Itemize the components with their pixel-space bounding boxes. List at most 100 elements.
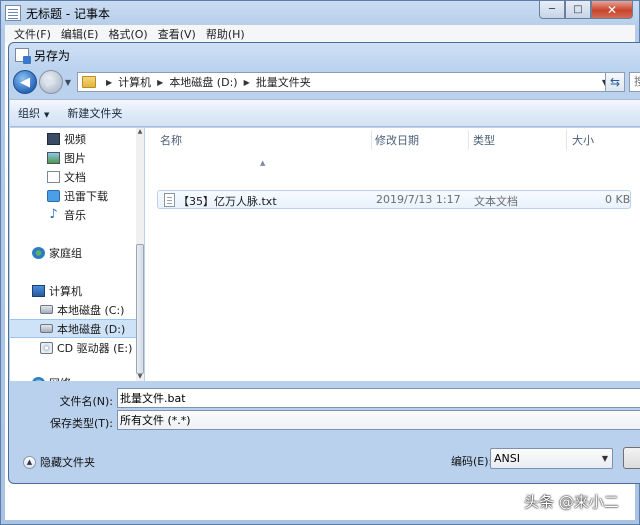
menu-format[interactable]: 格式(O) [103, 26, 152, 42]
filename-label: 文件名(N): [59, 395, 113, 408]
nav-item-label: 计算机 [49, 284, 82, 298]
chevron-down-icon: ▼ [601, 454, 608, 463]
nav-item-computer[interactable]: 计算机 [10, 281, 144, 300]
breadcrumb-computer[interactable]: 计算机 [118, 74, 151, 90]
maximize-button[interactable]: □ [565, 1, 591, 19]
chevron-right-icon[interactable]: ▶ [157, 78, 163, 87]
nav-item-label: 本地磁盘 (C:) [57, 303, 125, 317]
nav-item-label: 视频 [64, 132, 86, 146]
music-icon: ♪ [49, 206, 58, 222]
menu-file[interactable]: 文件(F) [9, 26, 56, 42]
column-header-name[interactable]: 名称 [160, 128, 182, 152]
command-bar: 组织 ▼ 新建文件夹 [10, 99, 640, 127]
nav-item-label: 音乐 [64, 208, 86, 222]
save-as-dialog: 另存为 ◀ ▶ ▼ ▶ 计算机 ▶ 本地磁盘 (D:) ▶ 批量文件夹 ▼ ⇆ … [8, 42, 640, 484]
column-header-size[interactable]: 大小 [572, 128, 594, 152]
nav-item-cd-drive[interactable]: CD 驱动器 (E:) I [10, 338, 144, 357]
column-divider[interactable] [468, 130, 469, 150]
new-folder-button[interactable]: 新建文件夹 [67, 105, 122, 121]
minimize-button[interactable]: ─ [539, 1, 565, 19]
nav-pane-scrollbar[interactable]: ▲ ▼ [136, 128, 144, 381]
drive-icon [40, 305, 53, 314]
save-button[interactable] [623, 447, 640, 469]
window-controls: ─ □ ✕ [539, 1, 633, 19]
nav-item-label: 网络 [49, 375, 71, 382]
nav-item-network[interactable]: 网络 [10, 373, 144, 381]
menu-help[interactable]: 帮助(H) [201, 26, 250, 42]
hide-folders-label: 隐藏文件夹 [40, 456, 95, 469]
organize-label: 组织 [18, 107, 40, 120]
notepad-menubar: 文件(F) 编辑(E) 格式(O) 查看(V) 帮助(H) [5, 25, 635, 43]
chevron-down-icon: ▼ [44, 111, 50, 119]
sort-ascending-icon: ▲ [260, 159, 266, 167]
column-type-label: 类型 [473, 134, 495, 147]
filetype-label: 保存类型(T): [49, 417, 113, 430]
notepad-title: 无标题 - 记事本 [26, 6, 110, 21]
nav-item-label: 迅雷下载 [64, 189, 108, 203]
filename-input[interactable]: 批量文件.bat [117, 388, 640, 408]
text-file-icon [164, 193, 175, 207]
chevron-right-icon[interactable]: ▶ [106, 78, 112, 87]
nav-item-label: 图片 [64, 151, 86, 165]
column-header-modified[interactable]: 修改日期 [375, 128, 419, 152]
encoding-value: ANSI [494, 452, 520, 465]
address-bar[interactable]: ▶ 计算机 ▶ 本地磁盘 (D:) ▶ 批量文件夹 ▼ [77, 72, 613, 92]
table-row[interactable]: 【35】亿万人脉.txt 2019/7/13 1:17 文本文档 0 KB [157, 190, 631, 209]
nav-item-documents[interactable]: 文档 [10, 167, 144, 186]
encoding-select[interactable]: ANSI ▼ [490, 448, 613, 469]
column-name-label: 名称 [160, 134, 182, 147]
breadcrumb-batch-folder[interactable]: 批量文件夹 [256, 74, 311, 90]
picture-icon [47, 151, 60, 164]
watermark: 头条 @来小二 [524, 493, 619, 511]
drive-icon [40, 324, 53, 333]
nav-item-drive-c[interactable]: 本地磁盘 (C:) [10, 300, 144, 319]
cd-drive-icon [40, 341, 53, 354]
nav-item-homegroup[interactable]: 家庭组 [10, 243, 144, 262]
column-header-type[interactable]: 类型 [473, 128, 495, 152]
file-modified: 2019/7/13 1:17 [376, 193, 461, 206]
nav-item-label: CD 驱动器 (E:) I [57, 341, 140, 355]
search-input[interactable]: 搜 [629, 72, 640, 92]
notepad-titlebar: 无标题 - 记事本 [5, 1, 110, 25]
save-as-icon [15, 48, 31, 64]
filetype-select[interactable]: 所有文件 (*.*) [117, 410, 640, 430]
nav-item-label: 文档 [64, 170, 86, 184]
nav-item-label: 家庭组 [49, 246, 82, 260]
video-icon [47, 132, 60, 145]
chevron-right-icon[interactable]: ▶ [244, 78, 250, 87]
download-icon [47, 189, 60, 202]
close-button[interactable]: ✕ [591, 1, 633, 19]
file-list: 名称 ▲ 修改日期 类型 大小 【35】亿万人脉.txt 2019/7/13 1… [145, 128, 640, 381]
scroll-up-icon[interactable]: ▲ [136, 128, 144, 136]
homegroup-icon [32, 246, 45, 259]
nav-item-music[interactable]: ♪ 音乐 [10, 205, 144, 224]
document-icon [47, 170, 60, 183]
nav-item-xunlei-downloads[interactable]: 迅雷下载 [10, 186, 144, 205]
recent-locations-dropdown[interactable]: ▼ [63, 78, 73, 87]
scroll-down-icon[interactable]: ▼ [136, 373, 144, 381]
nav-item-pictures[interactable]: 图片 [10, 148, 144, 167]
file-name: 【35】亿万人脉.txt [178, 195, 277, 208]
nav-item-videos[interactable]: 视频 [10, 129, 144, 148]
chevron-up-icon: ▲ [23, 455, 36, 469]
address-row: ◀ ▶ ▼ ▶ 计算机 ▶ 本地磁盘 (D:) ▶ 批量文件夹 ▼ ⇆ 搜 [13, 67, 640, 97]
notepad-icon [5, 5, 21, 21]
file-type: 文本文档 [474, 195, 518, 208]
column-divider[interactable] [371, 130, 372, 150]
organize-button[interactable]: 组织 ▼ [18, 105, 49, 121]
dialog-title: 另存为 [34, 48, 71, 63]
nav-item-label: 本地磁盘 (D:) [57, 322, 126, 336]
menu-view[interactable]: 查看(V) [153, 26, 201, 42]
hide-folders-button[interactable]: ▲ 隐藏文件夹 [23, 454, 95, 470]
forward-button[interactable]: ▶ [39, 70, 63, 94]
navigation-pane: 视频 图片 文档 迅雷下载 ♪ 音乐 家庭组 计算机 本地磁盘 (C:) 本地磁… [10, 128, 144, 381]
nav-item-drive-d[interactable]: 本地磁盘 (D:) [10, 319, 144, 338]
scrollbar-thumb[interactable] [136, 244, 144, 374]
refresh-button[interactable]: ⇆ [605, 72, 625, 92]
folder-icon [82, 76, 96, 88]
breadcrumb-drive-d[interactable]: 本地磁盘 (D:) [169, 74, 237, 90]
menu-edit[interactable]: 编辑(E) [56, 26, 104, 42]
column-divider[interactable] [566, 130, 567, 150]
back-button[interactable]: ◀ [13, 70, 37, 94]
network-icon [32, 376, 45, 381]
